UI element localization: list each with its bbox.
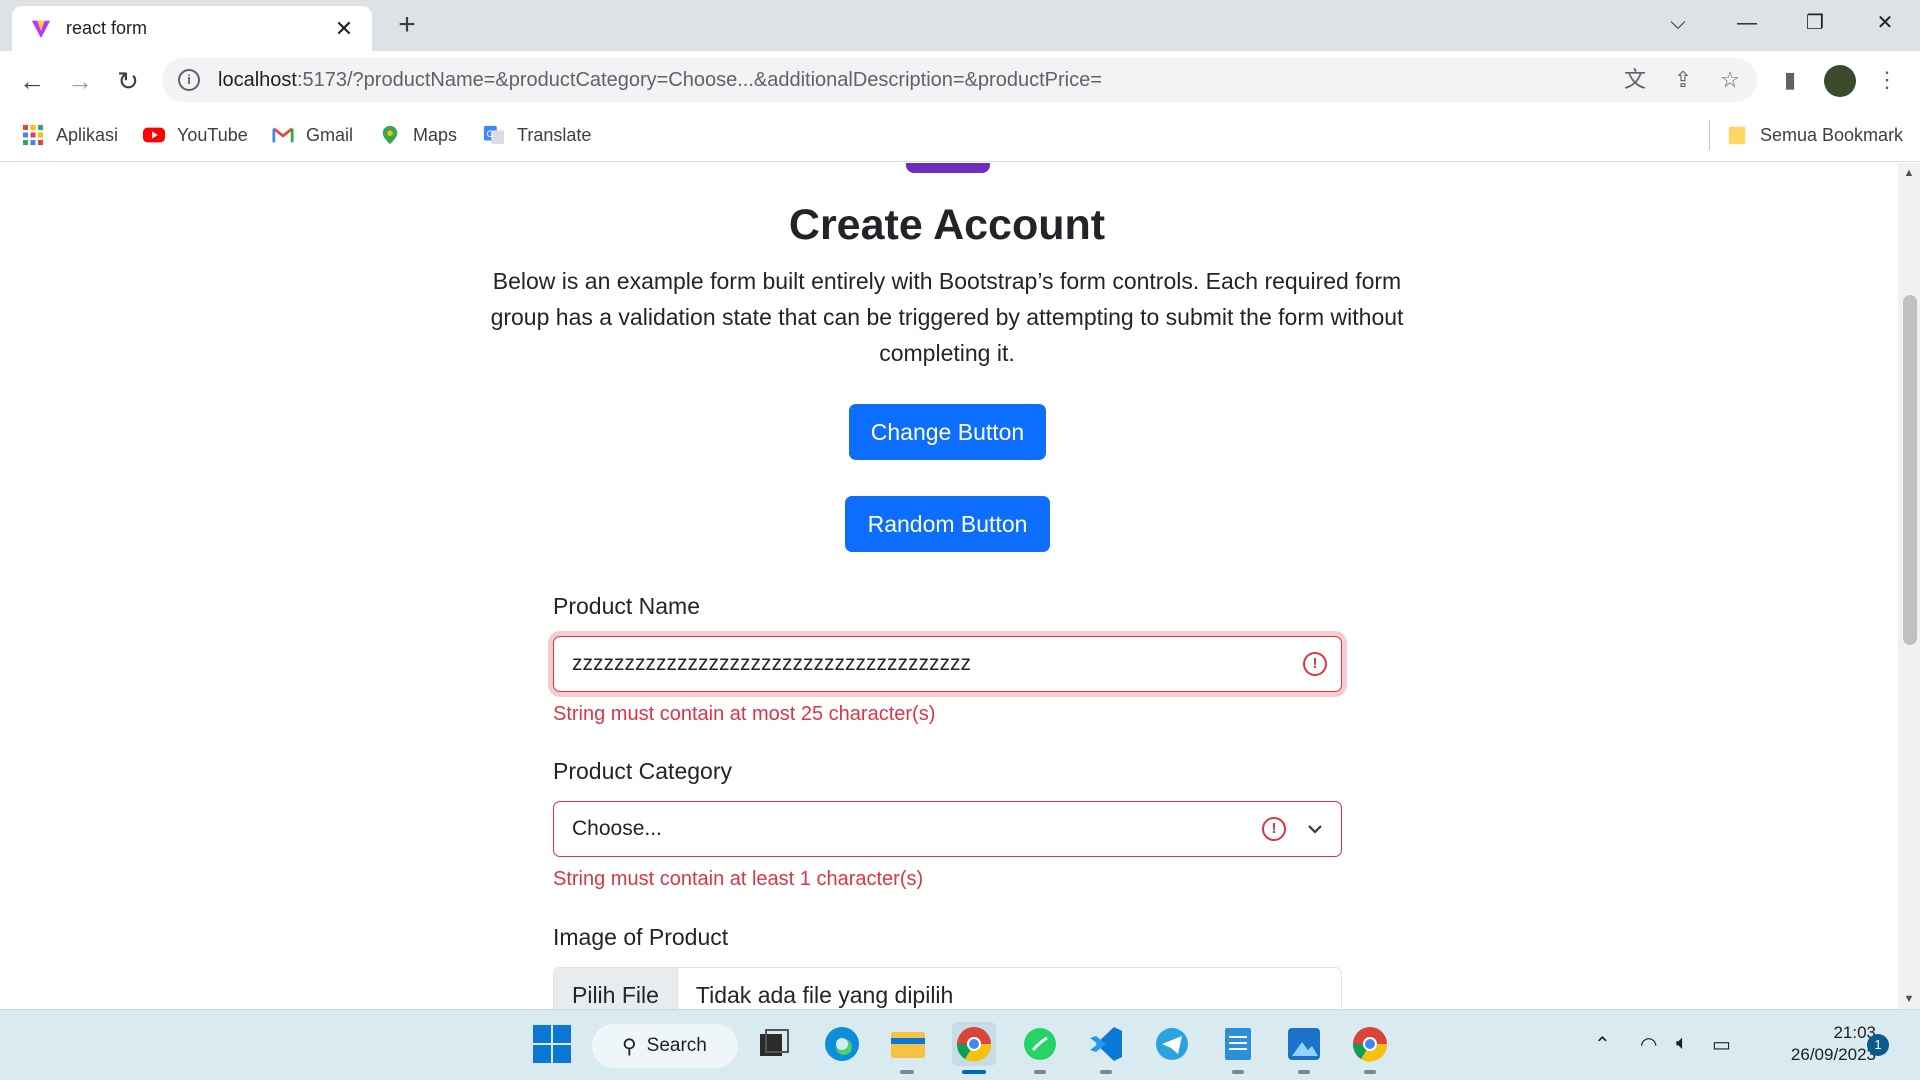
bookmark-translate[interactable]: G Translate	[483, 122, 591, 148]
star-icon[interactable]: ☆	[1715, 65, 1745, 95]
bookmark-label: Translate	[517, 124, 592, 145]
svg-text:G: G	[487, 129, 494, 139]
reload-icon[interactable]: ↻	[110, 63, 146, 99]
youtube-icon	[143, 127, 165, 143]
translate-page-icon[interactable]: 文	[1620, 65, 1650, 95]
menu-icon[interactable]: ⋮	[1872, 65, 1902, 95]
page-title: Create Account	[788, 201, 1106, 249]
edge-icon[interactable]	[820, 1022, 864, 1066]
search-icon: ⚲	[622, 1035, 637, 1058]
app-indicator	[1034, 1070, 1046, 1074]
logo-fragment	[906, 163, 990, 173]
page-description: Below is an example form built entirely …	[490, 268, 1404, 366]
close-icon[interactable]: ✕	[330, 16, 358, 42]
avatar[interactable]	[1824, 65, 1856, 97]
vscode-icon[interactable]	[1084, 1022, 1128, 1066]
apps-grid-icon	[23, 125, 43, 145]
product-category-value: Choose...	[572, 817, 662, 840]
product-category-label: Product Category	[553, 758, 732, 784]
volume-icon[interactable]: 🔈︎	[1676, 1032, 1688, 1055]
clock-time: 21:03	[1833, 1023, 1876, 1042]
page-viewport: Create Account Below is an example form …	[0, 163, 1898, 1009]
clock-date: 26/09/2023	[1790, 1045, 1876, 1064]
bookmark-label: YouTube	[177, 124, 248, 145]
product-image-file-input[interactable]: Pilih File Tidak ada file yang dipilih	[553, 967, 1342, 1009]
app-indicator	[900, 1070, 914, 1074]
app-indicator	[1100, 1070, 1112, 1074]
chevron-down-icon	[1308, 825, 1322, 834]
wifi-icon[interactable]: ◠	[1640, 1032, 1657, 1057]
translate-icon: G	[483, 125, 505, 145]
bookmark-youtube[interactable]: YouTube	[143, 122, 248, 148]
taskbar: ⚲ Search ⌃ ◠ 🔈︎ ▭ 21:03 26/09/2023 1	[0, 1009, 1920, 1080]
task-view-icon[interactable]	[752, 1022, 796, 1066]
active-app-indicator	[962, 1070, 986, 1074]
taskbar-search-label: Search	[646, 1035, 707, 1056]
scroll-down-arrow-icon[interactable]: ▼	[1898, 989, 1920, 1009]
new-tab-button[interactable]: +	[390, 8, 424, 42]
minimize-icon[interactable]: —	[1727, 6, 1767, 40]
error-icon: !	[1262, 817, 1286, 841]
file-explorer-icon[interactable]	[886, 1022, 930, 1066]
back-icon[interactable]: ←	[14, 63, 50, 99]
product-name-error: String must contain at most 25 character…	[553, 703, 936, 725]
product-name-label: Product Name	[553, 593, 701, 619]
product-image-label: Image of Product	[553, 924, 729, 950]
bookmark-label: Aplikasi	[56, 124, 119, 145]
windows-start-icon[interactable]	[530, 1022, 574, 1066]
clock[interactable]: 21:03 26/09/2023	[1756, 1022, 1876, 1066]
scrollbar[interactable]: ▲ ▼	[1898, 163, 1920, 1009]
product-category-select[interactable]: Choose... !	[553, 801, 1342, 857]
bookmarks-bar: Aplikasi YouTube Gmail Maps G Translate …	[0, 108, 1920, 162]
maps-pin-icon	[382, 125, 398, 145]
all-bookmarks-label: Semua Bookmark	[1760, 124, 1904, 145]
taskbar-search[interactable]: ⚲ Search	[592, 1024, 738, 1068]
bookmark-gmail[interactable]: Gmail	[272, 122, 353, 148]
scroll-up-arrow-icon[interactable]: ▲	[1898, 163, 1920, 183]
photos-icon[interactable]	[1282, 1022, 1326, 1066]
side-panel-icon[interactable]: ▮	[1775, 65, 1805, 95]
telegram-icon[interactable]	[1150, 1022, 1194, 1066]
app-indicator	[1364, 1070, 1376, 1074]
info-icon[interactable]: i	[178, 69, 200, 91]
close-window-icon[interactable]: ✕	[1865, 6, 1905, 40]
folder-icon	[1728, 126, 1746, 145]
url-text[interactable]: localhost:5173/?productName=&productCate…	[218, 69, 1102, 92]
tab-title: react form	[66, 18, 148, 38]
notification-badge[interactable]: 1	[1867, 1034, 1889, 1056]
restore-icon[interactable]: ❐	[1795, 6, 1835, 40]
error-icon: !	[1303, 652, 1327, 676]
notepad-icon[interactable]	[1216, 1022, 1260, 1066]
browser-toolbar: ← → ↻ i localhost:5173/?productName=&pro…	[0, 51, 1920, 108]
gmail-icon	[272, 127, 294, 143]
share-icon[interactable]: ⇪	[1668, 65, 1698, 95]
choose-file-button[interactable]: Pilih File	[554, 968, 678, 1009]
product-name-input[interactable]: zzzzzzzzzzzzzzzzzzzzzzzzzzzzzzzzzzzzzz !	[553, 636, 1342, 692]
tab-search-icon[interactable]: ⌵	[1658, 6, 1698, 40]
app-indicator	[1232, 1070, 1244, 1074]
whatsapp-icon[interactable]	[1018, 1022, 1062, 1066]
address-bar[interactable]: i localhost:5173/?productName=&productCa…	[162, 58, 1757, 102]
chevron-up-icon[interactable]: ⌃	[1594, 1032, 1611, 1057]
scroll-thumb[interactable]	[1903, 295, 1917, 645]
bookmark-maps[interactable]: Maps	[379, 122, 457, 148]
app-indicator	[1298, 1070, 1310, 1074]
bookmark-label: Gmail	[306, 124, 354, 145]
bookmark-apps[interactable]: Aplikasi	[22, 122, 118, 148]
forward-icon[interactable]: →	[62, 63, 98, 99]
product-name-value: zzzzzzzzzzzzzzzzzzzzzzzzzzzzzzzzzzzzzz	[572, 652, 971, 675]
chrome-icon[interactable]	[952, 1022, 996, 1066]
bookmark-separator	[1709, 120, 1710, 150]
all-bookmarks[interactable]: Semua Bookmark	[1726, 122, 1903, 148]
vite-icon	[31, 20, 51, 38]
change-button[interactable]: Change Button	[849, 404, 1046, 460]
tab-strip: react form ✕ + ⌵ — ❐ ✕	[0, 0, 1920, 51]
random-button[interactable]: Random Button	[845, 496, 1050, 552]
battery-icon[interactable]: ▭	[1712, 1032, 1731, 1057]
file-status: Tidak ada file yang dipilih	[695, 981, 954, 1008]
browser-tab[interactable]: react form ✕	[12, 6, 372, 51]
chrome-profile-icon[interactable]	[1348, 1022, 1392, 1066]
product-category-error: String must contain at least 1 character…	[553, 868, 924, 890]
bookmark-label: Maps	[413, 124, 458, 145]
